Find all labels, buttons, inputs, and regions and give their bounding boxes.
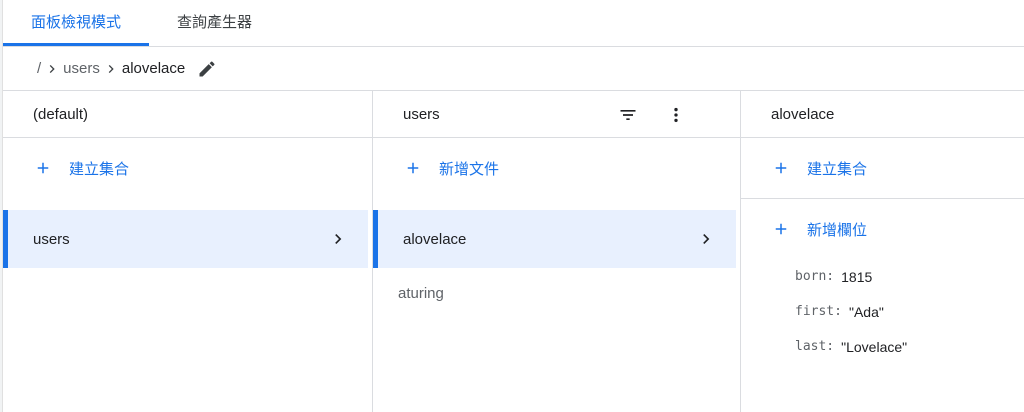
create-collection-label: 建立集合	[69, 160, 130, 178]
collection-column-header: users	[373, 91, 740, 138]
field-value: 1815	[841, 268, 873, 285]
create-collection-button[interactable]: 建立集合	[3, 138, 372, 198]
breadcrumb-item-alovelace[interactable]: alovelace	[122, 60, 185, 77]
add-document-label: 新增文件	[439, 160, 500, 178]
field-name: first:	[795, 304, 842, 319]
add-document-button[interactable]: 新增文件	[373, 138, 740, 198]
add-field-label: 新增欄位	[807, 221, 868, 239]
field-born[interactable]: born: 1815	[741, 259, 1024, 294]
collection-column: users 新增文件 alovelace aturing	[373, 91, 741, 412]
field-value: "Ada"	[848, 303, 884, 320]
field-name: last:	[795, 339, 835, 354]
field-first[interactable]: first: "Ada"	[741, 294, 1024, 329]
pencil-icon[interactable]	[197, 59, 217, 79]
add-field-button[interactable]: 新增欄位	[741, 199, 1024, 259]
more-vert-icon[interactable]	[664, 103, 688, 127]
create-subcollection-label: 建立集合	[807, 160, 868, 178]
collection-item-users[interactable]: users	[3, 210, 368, 268]
chevron-right-icon	[100, 61, 122, 77]
plus-icon	[403, 158, 423, 178]
plus-icon	[771, 158, 791, 178]
breadcrumb-item-users[interactable]: users	[63, 60, 100, 77]
panel-columns: (default) 建立集合 users users 新增文件 alovelac…	[3, 91, 1024, 412]
root-column-header: (default)	[3, 91, 372, 138]
chevron-right-icon	[41, 61, 63, 77]
document-column-title: alovelace	[771, 105, 835, 123]
list-item-label: aturing	[398, 284, 444, 302]
root-column-title: (default)	[33, 105, 89, 123]
field-last[interactable]: last: "Lovelace"	[741, 329, 1024, 364]
plus-icon	[33, 158, 53, 178]
field-value: "Lovelace"	[841, 338, 908, 355]
breadcrumb: / users alovelace	[3, 47, 1024, 91]
collection-column-title: users	[403, 105, 440, 123]
filter-icon[interactable]	[616, 103, 640, 127]
chevron-right-icon	[696, 229, 716, 249]
document-item-aturing[interactable]: aturing	[373, 268, 740, 318]
plus-icon	[771, 219, 791, 239]
document-item-alovelace[interactable]: alovelace	[373, 210, 736, 268]
document-column: alovelace 建立集合 新增欄位 born: 1815 first: "A…	[741, 91, 1024, 412]
chevron-right-icon	[328, 229, 348, 249]
root-column: (default) 建立集合 users	[3, 91, 373, 412]
document-column-header: alovelace	[741, 91, 1024, 138]
field-name: born:	[795, 269, 835, 284]
list-item-label: users	[33, 230, 70, 248]
tab-query-builder[interactable]: 查詢產生器	[149, 0, 280, 46]
list-item-label: alovelace	[403, 230, 467, 248]
tab-panel-view[interactable]: 面板檢視模式	[3, 0, 150, 46]
create-subcollection-button[interactable]: 建立集合	[741, 138, 1024, 199]
view-tabs: 面板檢視模式 查詢產生器	[3, 0, 1024, 47]
